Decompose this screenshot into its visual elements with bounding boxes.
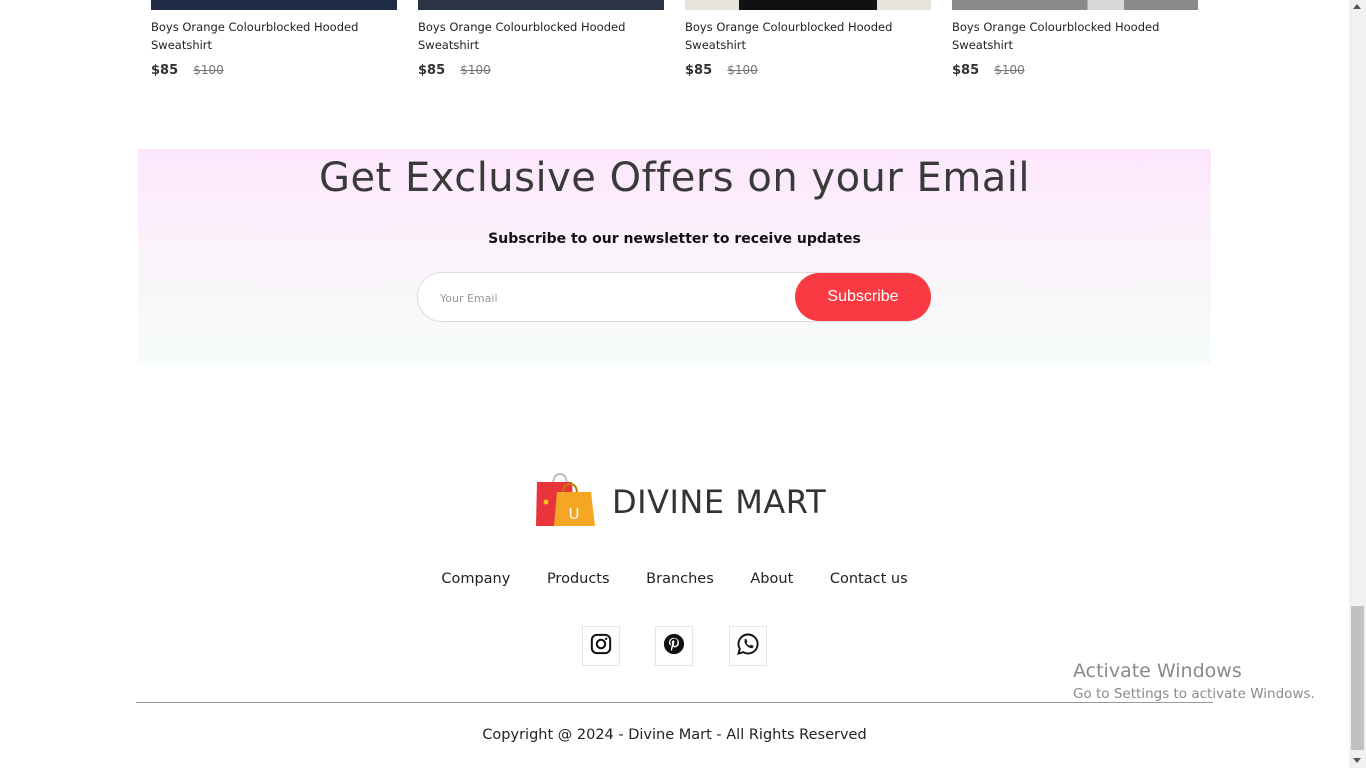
activate-windows-subtitle: Go to Settings to activate Windows. (1073, 686, 1315, 702)
product-card[interactable]: Boys Orange Colourblocked Hooded Sweatsh… (418, 0, 664, 78)
pinterest-link[interactable] (655, 626, 693, 666)
instagram-link[interactable] (582, 626, 620, 666)
newsletter-form: Subscribe (417, 272, 931, 323)
shopping-bag-logo-icon: U (536, 472, 596, 533)
page-scrollbar[interactable] (1349, 0, 1366, 768)
newsletter-section: Get Exclusive Offers on your Email Subsc… (138, 149, 1211, 364)
product-card[interactable]: Boys Orange Colourblocked Hooded Sweatsh… (151, 0, 397, 78)
product-prices: $85 $100 (685, 59, 931, 78)
footer-link-about[interactable]: About (750, 571, 793, 587)
pinterest-icon (663, 633, 685, 660)
instagram-icon (590, 633, 612, 660)
copyright-text: Copyright @ 2024 - Divine Mart - All Rig… (482, 727, 867, 743)
product-old-price: $100 (994, 63, 1025, 77)
subscribe-button[interactable]: Subscribe (795, 273, 931, 321)
product-price: $85 (685, 63, 713, 78)
footer-link-branches[interactable]: Branches (646, 571, 714, 587)
product-image[interactable] (151, 0, 397, 10)
product-image[interactable] (952, 0, 1198, 10)
newsletter-title: Get Exclusive Offers on your Email (318, 155, 1031, 201)
activate-windows-watermark: Activate Windows Go to Settings to activ… (1073, 660, 1315, 702)
product-old-price: $100 (193, 63, 224, 77)
newsletter-subtitle: Subscribe to our newsletter to receive u… (488, 231, 861, 247)
email-input[interactable] (438, 273, 782, 323)
footer-brand[interactable]: U DIVINE MART (536, 472, 827, 533)
whatsapp-icon (736, 632, 760, 661)
product-grid: Boys Orange Colourblocked Hooded Sweatsh… (0, 0, 1349, 100)
footer-link-contact[interactable]: Contact us (830, 571, 908, 587)
brand-name: DIVINE MART (612, 483, 827, 521)
product-price: $85 (952, 63, 980, 78)
product-price: $85 (418, 63, 446, 78)
product-prices: $85 $100 (952, 59, 1198, 78)
product-name[interactable]: Boys Orange Colourblocked Hooded Sweatsh… (151, 18, 397, 54)
product-image[interactable] (685, 0, 931, 10)
footer-divider (136, 702, 1213, 703)
footer-nav: Company Products Branches About Contact … (0, 571, 1349, 587)
product-prices: $85 $100 (151, 59, 397, 78)
product-image[interactable] (418, 0, 664, 10)
footer-link-products[interactable]: Products (547, 571, 610, 587)
svg-text:U: U (569, 505, 580, 523)
product-old-price: $100 (727, 63, 758, 77)
footer-link-company[interactable]: Company (441, 571, 510, 587)
product-card[interactable]: Boys Orange Colourblocked Hooded Sweatsh… (685, 0, 931, 78)
product-card[interactable]: Boys Orange Colourblocked Hooded Sweatsh… (952, 0, 1198, 78)
activate-windows-title: Activate Windows (1073, 660, 1242, 682)
product-price: $85 (151, 63, 179, 78)
product-name[interactable]: Boys Orange Colourblocked Hooded Sweatsh… (418, 18, 664, 54)
scroll-up-arrow-icon[interactable] (1353, 4, 1361, 9)
scroll-down-arrow-icon[interactable] (1353, 758, 1361, 763)
product-name[interactable]: Boys Orange Colourblocked Hooded Sweatsh… (952, 18, 1198, 54)
product-prices: $85 $100 (418, 59, 664, 78)
whatsapp-link[interactable] (729, 626, 767, 666)
scrollbar-thumb[interactable] (1351, 606, 1364, 750)
product-name[interactable]: Boys Orange Colourblocked Hooded Sweatsh… (685, 18, 931, 54)
product-old-price: $100 (460, 63, 491, 77)
